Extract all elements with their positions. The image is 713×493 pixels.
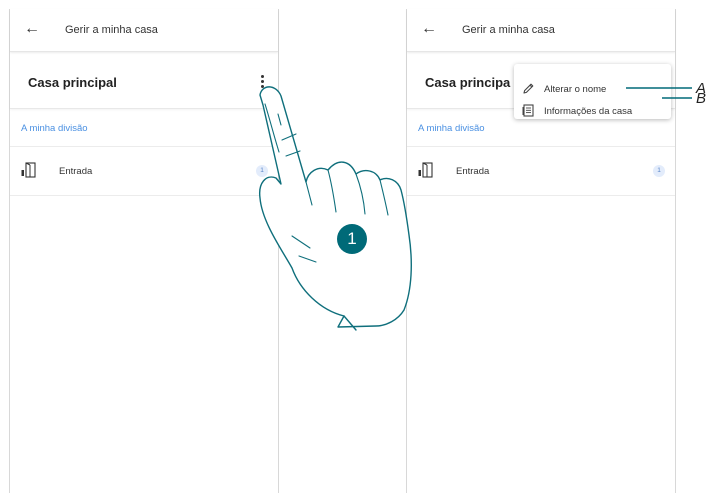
step-number-badge: 1 [337, 224, 367, 254]
